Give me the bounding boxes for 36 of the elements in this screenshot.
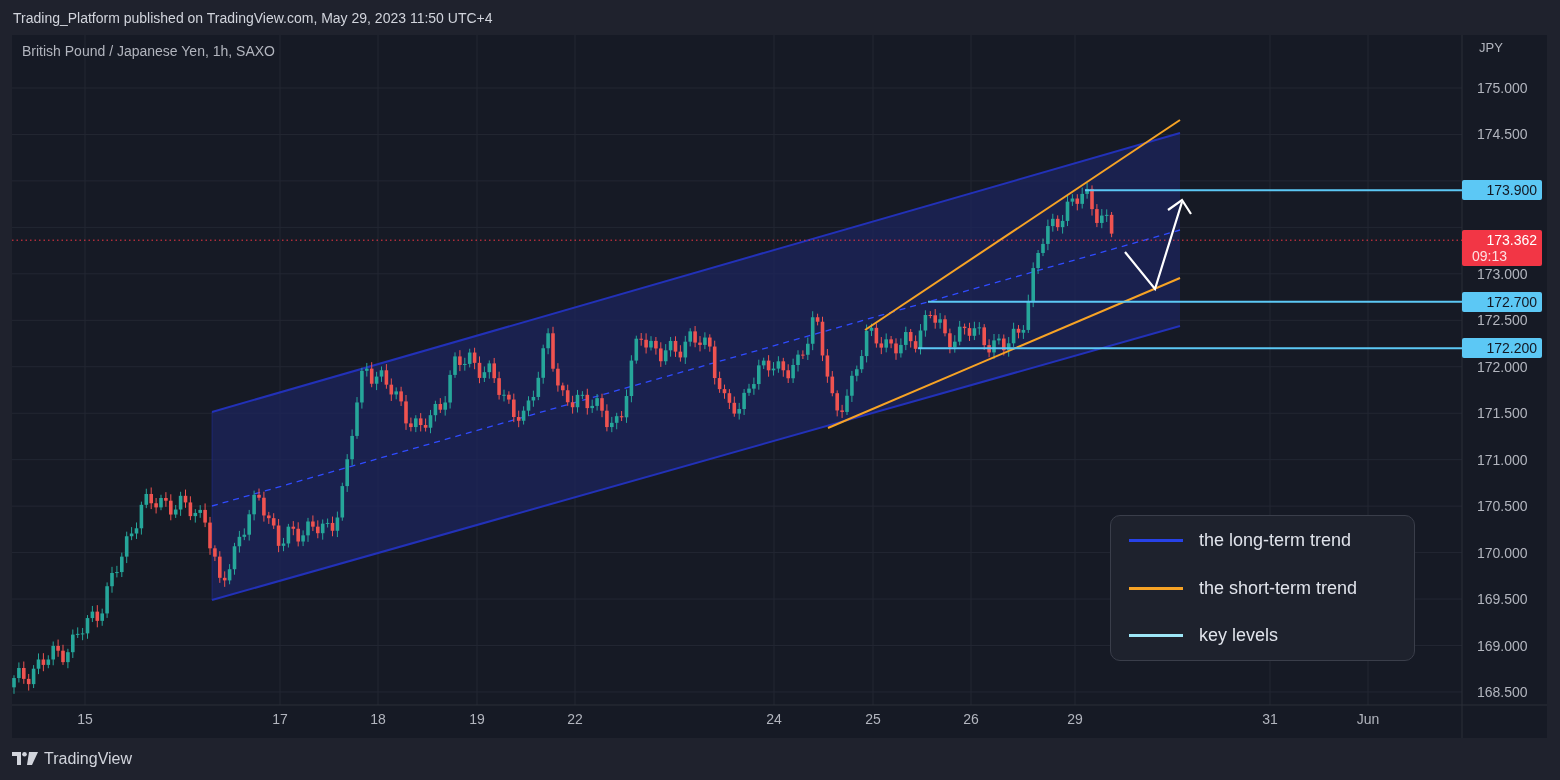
price-tick: 172.500 [1477, 311, 1528, 330]
last-price: 173.362 [1486, 232, 1537, 249]
date-tick: 31 [1261, 711, 1279, 727]
price-tick: 170.000 [1477, 543, 1528, 562]
legend-label: the short-term trend [1199, 577, 1358, 599]
date-tick: 17 [271, 711, 289, 727]
publisher-line: Trading_Platform published on TradingView.com, May 29, 2023 11:50 UTC+4 [13, 9, 493, 26]
logo-icon [12, 752, 38, 766]
price-tag: 173.900 [1462, 180, 1542, 201]
price-tick: 171.000 [1477, 450, 1528, 469]
price-tick: 170.500 [1477, 497, 1528, 516]
date-tick: 25 [864, 711, 882, 727]
legend-label: key levels [1199, 625, 1279, 646]
date-tick: 22 [566, 711, 584, 727]
date-tick: 26 [962, 711, 980, 727]
price-tick: 174.500 [1477, 125, 1528, 144]
date-tick: Jun [1355, 711, 1381, 727]
price-tick: 171.500 [1477, 404, 1528, 423]
price-tag: 172.700 [1462, 291, 1542, 312]
date-tick: 29 [1066, 711, 1084, 727]
legend-label: the long-term trend [1199, 530, 1352, 551]
symbol-title: British Pound / Japanese Yen, 1h, SAXO [22, 43, 275, 59]
price-tick: 169.500 [1477, 590, 1528, 609]
date-tick: 15 [76, 711, 94, 727]
price-tick: 169.000 [1477, 636, 1528, 655]
price-tick: 175.000 [1477, 79, 1528, 97]
price-tag: 172.200 [1462, 338, 1542, 359]
bar-countdown: 09:13 [1471, 248, 1508, 265]
date-tick: 18 [369, 711, 387, 727]
price-tick: 168.500 [1477, 682, 1528, 701]
brand-name: TradingView [44, 750, 133, 768]
currency-label: JPY [1479, 40, 1503, 55]
date-tick: 24 [765, 711, 783, 727]
price-tick: 173.000 [1477, 264, 1528, 283]
price-tick: 172.000 [1477, 357, 1528, 376]
date-tick: 19 [468, 711, 486, 727]
